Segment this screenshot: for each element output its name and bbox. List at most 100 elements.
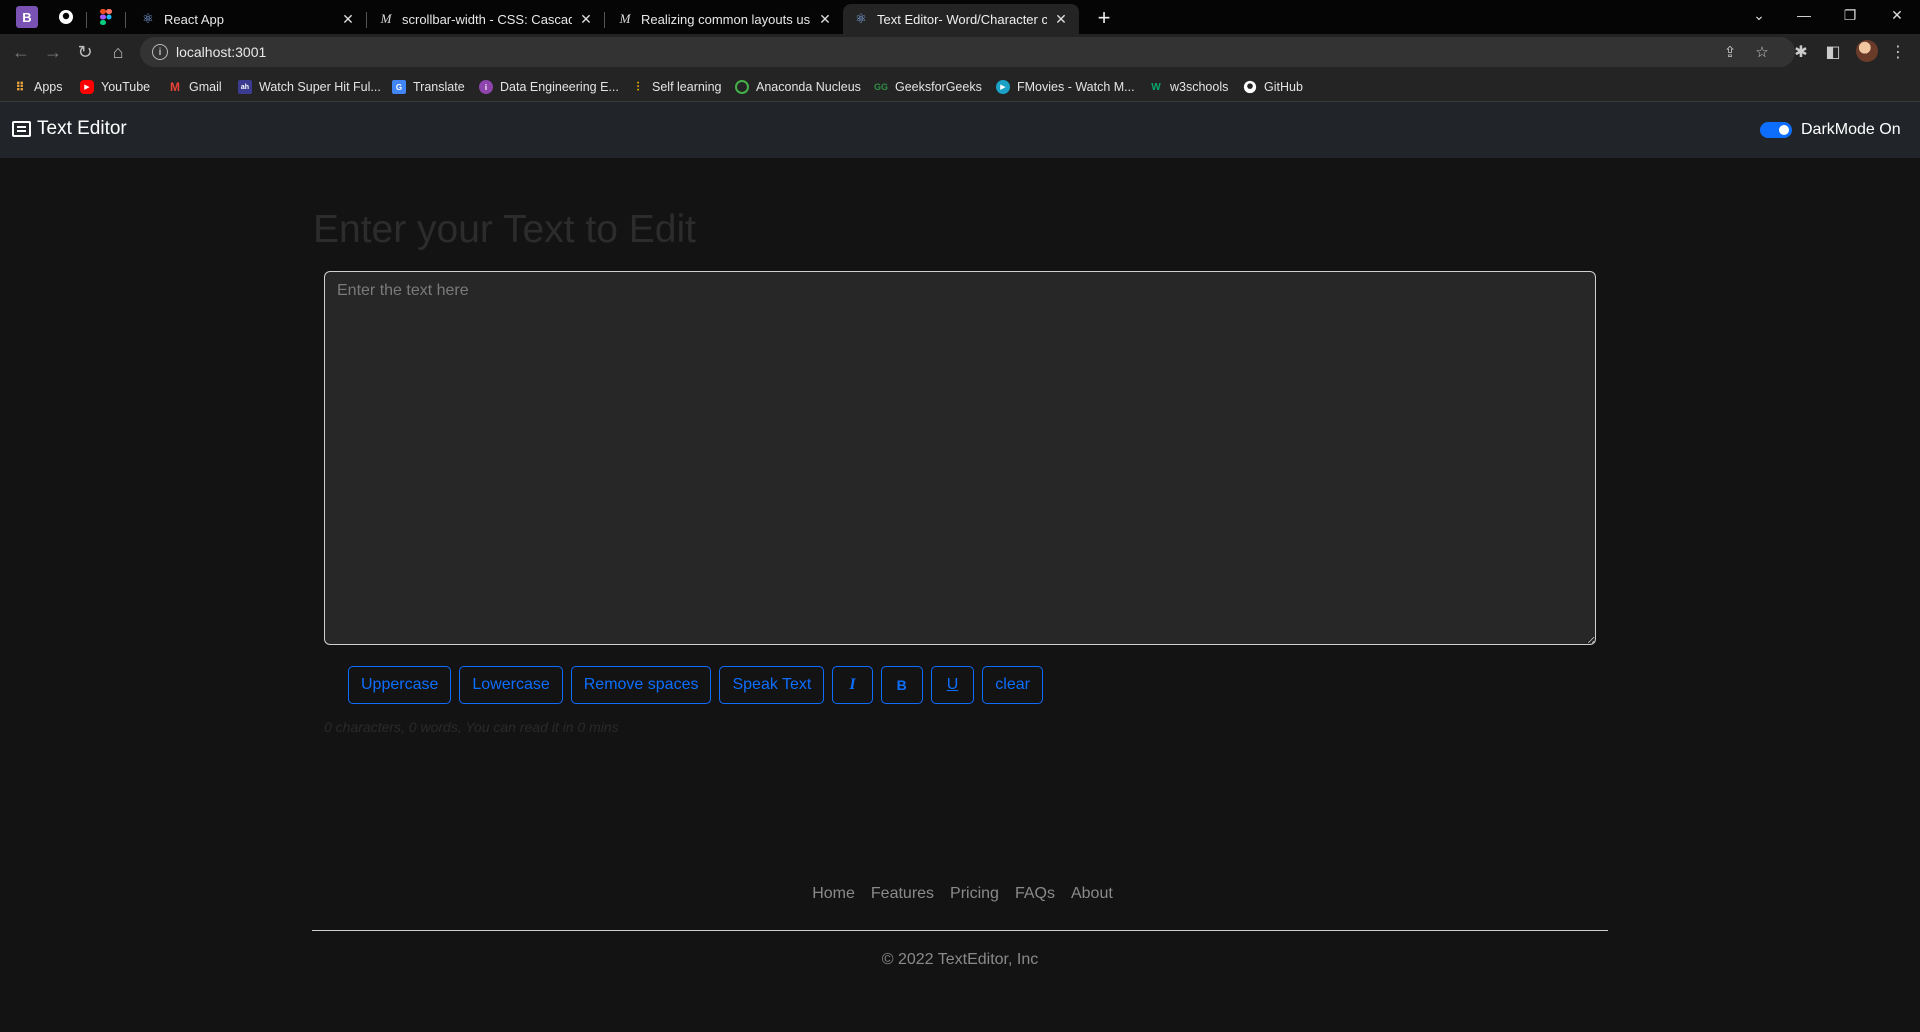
bookmarks-bar: ⠿ Apps ▶ YouTube M Gmail ah Watch Super … <box>0 70 1920 102</box>
bookmark-translate[interactable]: G Translate <box>392 78 465 96</box>
site-icon: ah <box>238 80 252 94</box>
tab-title: React App <box>164 11 224 27</box>
close-icon[interactable]: ✕ <box>340 11 356 27</box>
bold-button[interactable]: B <box>880 666 923 704</box>
bootstrap-pinned-tab[interactable]: B <box>16 6 38 28</box>
share-icon[interactable]: ⇪ <box>1720 42 1740 62</box>
brand-label: Text Editor <box>37 118 127 139</box>
figma-pinned-tab[interactable] <box>95 6 117 28</box>
bookmark-label: GitHub <box>1264 80 1303 94</box>
underline-button[interactable]: U <box>930 666 975 704</box>
minimize-button[interactable]: — <box>1781 0 1827 30</box>
footer-link-features[interactable]: Features <box>871 885 934 903</box>
footer-link-pricing[interactable]: Pricing <box>950 885 999 903</box>
bookmark-fmovies[interactable]: ▶ FMovies - Watch M... <box>996 78 1135 96</box>
github-icon <box>1243 80 1257 94</box>
mdn-icon: M <box>619 11 631 26</box>
bar-chart-icon: ⫶ <box>636 79 640 94</box>
menu-kebab-icon[interactable]: ⋮ <box>1884 38 1912 66</box>
site-icon: i <box>479 80 493 94</box>
bookmark-apps[interactable]: ⠿ Apps <box>13 78 62 96</box>
toggle-switch[interactable] <box>1760 122 1792 138</box>
close-icon[interactable]: ✕ <box>578 11 594 27</box>
address-url: localhost:3001 <box>176 44 267 60</box>
react-icon: ⚛ <box>142 11 154 26</box>
footer-divider <box>312 930 1608 931</box>
bookmark-label: FMovies - Watch M... <box>1017 80 1135 94</box>
forward-button[interactable]: → <box>39 38 67 66</box>
restore-button[interactable]: ❐ <box>1827 0 1873 30</box>
text-summary: 0 characters, 0 words, You can read it i… <box>324 719 619 735</box>
new-tab-button[interactable]: + <box>1090 4 1118 32</box>
address-bar[interactable]: i localhost:3001 ⇪ ☆ <box>140 37 1795 67</box>
tab-title: scrollbar-width - CSS: Cascading <box>402 11 572 27</box>
bookmark-geeksforgeeks[interactable]: GG GeeksforGeeks <box>874 78 982 96</box>
bookmark-youtube[interactable]: ▶ YouTube <box>80 78 150 96</box>
uppercase-button[interactable]: Uppercase <box>348 666 452 704</box>
bookmark-anaconda[interactable]: Anaconda Nucleus <box>735 78 861 96</box>
bookmark-label: GeeksforGeeks <box>895 80 982 94</box>
tab-realizing-layouts[interactable]: M Realizing common layouts using ✕ <box>607 4 843 34</box>
tab-title: Text Editor- Word/Character cou <box>877 11 1047 27</box>
bookmark-self-learning[interactable]: ⫶ Self learning <box>631 78 722 96</box>
bookmark-label: Watch Super Hit Ful... <box>259 80 381 94</box>
home-button[interactable]: ⌂ <box>104 38 132 66</box>
browser-tab-strip: B ⚛ React App ✕ M scrollbar-width - CSS:… <box>0 0 1920 34</box>
bookmark-data-engineering[interactable]: i Data Engineering E... <box>479 78 619 96</box>
bookmark-w3schools[interactable]: W w3schools <box>1149 78 1228 96</box>
tab-scrollbar-width[interactable]: M scrollbar-width - CSS: Cascading ✕ <box>368 4 604 34</box>
tab-text-editor[interactable]: ⚛ Text Editor- Word/Character cou ✕ <box>843 4 1079 34</box>
reload-button[interactable]: ↻ <box>71 38 99 66</box>
play-icon: ▶ <box>996 80 1010 94</box>
apps-grid-icon: ⠿ <box>15 80 25 94</box>
footer-nav: Home Features Pricing FAQs About <box>0 885 1920 903</box>
footer-link-home[interactable]: Home <box>812 885 855 903</box>
side-panel-icon[interactable]: ◧ <box>1819 38 1847 66</box>
navbar-brand[interactable]: Text Editor <box>12 118 127 140</box>
tab-search-chevron-icon[interactable]: ⌄ <box>1736 0 1782 30</box>
browser-toolbar: ← → ↻ ⌂ i localhost:3001 ⇪ ☆ ✱ ◧ ⋮ <box>0 34 1920 70</box>
bookmark-watch-super-hit[interactable]: ah Watch Super Hit Ful... <box>238 78 381 96</box>
bookmark-label: Self learning <box>652 80 722 94</box>
remove-spaces-button[interactable]: Remove spaces <box>570 666 712 704</box>
bookmark-star-icon[interactable]: ☆ <box>1752 42 1772 62</box>
tab-title: Realizing common layouts using <box>641 11 811 27</box>
page-title: Enter your Text to Edit <box>313 208 696 251</box>
bookmark-label: Data Engineering E... <box>500 80 619 94</box>
close-icon[interactable]: ✕ <box>817 11 833 27</box>
footer-link-about[interactable]: About <box>1071 885 1113 903</box>
github-icon <box>59 10 73 24</box>
clear-button[interactable]: clear <box>982 666 1043 704</box>
speak-text-button[interactable]: Speak Text <box>719 666 825 704</box>
lowercase-button[interactable]: Lowercase <box>459 666 563 704</box>
footer-link-faqs[interactable]: FAQs <box>1015 885 1055 903</box>
dark-mode-toggle[interactable]: DarkMode On <box>1760 121 1901 139</box>
translate-icon: G <box>392 80 406 94</box>
bookmark-label: YouTube <box>101 80 151 94</box>
italic-button[interactable]: I <box>832 666 873 704</box>
bookmark-label: Translate <box>413 80 465 94</box>
site-info-icon[interactable]: i <box>152 44 168 60</box>
mdn-icon: M <box>380 11 392 26</box>
text-input-area[interactable] <box>324 271 1596 645</box>
bookmark-github[interactable]: GitHub <box>1243 78 1303 96</box>
bookmark-label: Gmail <box>189 80 222 94</box>
app-navbar: Text Editor DarkMode On <box>0 102 1920 158</box>
anaconda-icon <box>735 80 749 94</box>
react-icon: ⚛ <box>855 11 867 26</box>
close-window-button[interactable]: ✕ <box>1874 0 1920 30</box>
youtube-icon: ▶ <box>80 80 94 94</box>
gfg-icon: GG <box>874 82 889 92</box>
close-icon[interactable]: ✕ <box>1053 11 1069 27</box>
tab-react-app[interactable]: ⚛ React App ✕ <box>130 4 366 34</box>
bookmark-label: Anaconda Nucleus <box>756 80 861 94</box>
profile-avatar[interactable] <box>1856 40 1878 62</box>
back-button[interactable]: ← <box>7 38 35 66</box>
dark-mode-label: DarkMode On <box>1801 121 1901 138</box>
extensions-icon[interactable]: ✱ <box>1787 38 1815 66</box>
text-editor-icon <box>12 121 31 137</box>
github-pinned-tab[interactable] <box>55 6 77 28</box>
action-buttons: Uppercase Lowercase Remove spaces Speak … <box>348 666 1043 704</box>
figma-icon <box>100 9 112 25</box>
bookmark-gmail[interactable]: M Gmail <box>168 78 222 96</box>
